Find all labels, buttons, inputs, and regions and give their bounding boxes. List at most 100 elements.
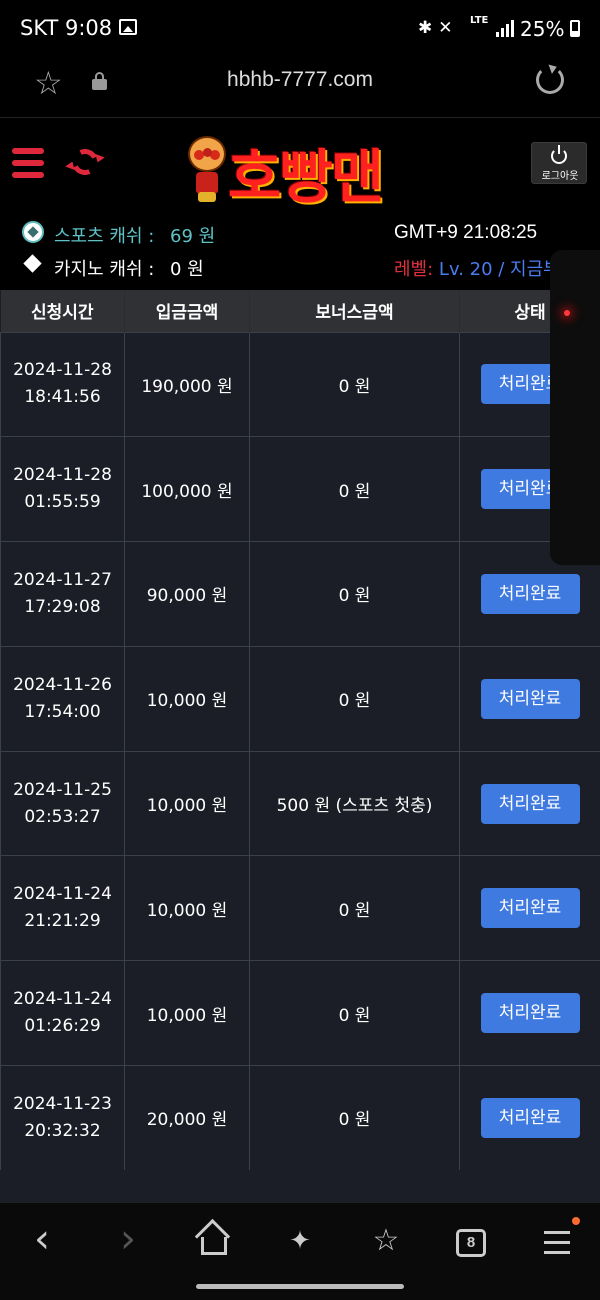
level-label: 레벨: <box>394 259 434 280</box>
status-button[interactable]: 처리완료 <box>480 573 580 614</box>
deposit-amount-cell: 20,000 원 <box>124 1065 250 1170</box>
status-button[interactable]: 처리완료 <box>480 1097 580 1138</box>
casino-cash-label: 카지노 캐쉬 : <box>54 259 155 280</box>
home-indicator[interactable] <box>196 1284 404 1289</box>
status-button[interactable]: 처리완료 <box>480 993 580 1034</box>
deposit-amount-cell: 190,000 원 <box>124 331 250 438</box>
logout-button[interactable]: 로그아웃 <box>531 142 587 184</box>
sports-cash-value: 69 원 <box>170 226 216 247</box>
status-button[interactable]: 처리완료 <box>480 678 580 719</box>
url-text[interactable]: hbhb-7777.com <box>0 68 600 92</box>
header-bonus-amount: 보너스금액 <box>249 290 460 332</box>
deposit-amount-cell: 100,000 원 <box>124 436 250 543</box>
status-cell: 처리완료 <box>459 855 600 962</box>
back-icon[interactable]: ‹ <box>22 1219 62 1261</box>
home-icon[interactable] <box>194 1221 234 1261</box>
request-date: 2024-11-26 <box>13 674 112 695</box>
deposit-amount-cell: 10,000 원 <box>124 750 250 857</box>
status-cell: 처리완료 <box>459 1065 600 1170</box>
hamburger-icon[interactable] <box>12 148 44 178</box>
soccer-ball-icon <box>22 221 44 243</box>
tabs-icon[interactable]: 8 <box>452 1221 492 1261</box>
server-clock: GMT+9 21:08:25 <box>394 222 538 243</box>
power-icon <box>551 145 567 164</box>
sparkle-icon[interactable]: ✦ <box>280 1221 320 1261</box>
request-time: 17:54:00 <box>24 701 101 722</box>
gallery-icon <box>119 19 137 35</box>
bonus-amount-cell: 0 원 <box>249 855 460 962</box>
signal-icon <box>496 20 514 37</box>
table-header-row: 신청시간 입금금액 보너스금액 상태 <box>0 290 600 332</box>
request-time-cell: 2024-11-24 01:26:29 <box>0 960 125 1067</box>
deposit-amount-cell: 10,000 원 <box>124 960 250 1067</box>
request-time: 01:26:29 <box>24 1016 101 1037</box>
refresh-icon[interactable] <box>68 145 102 179</box>
mascot-icon <box>184 136 230 204</box>
tab-count: 8 <box>456 1229 486 1257</box>
user-level: 레벨: Lv. 20 / 지금부 <box>394 255 560 281</box>
table-row: 2024-11-24 21:21:29 10,000 원0 원 처리완료 <box>0 855 600 962</box>
bookmarks-icon[interactable]: ☆ <box>366 1221 406 1261</box>
header-request-time: 신청시간 <box>0 290 125 332</box>
status-button[interactable]: 처리완료 <box>480 888 580 929</box>
header-deposit-amount: 입금금액 <box>124 290 250 332</box>
page-bottom-spacer <box>0 1170 600 1202</box>
request-time: 01:55:59 <box>24 492 101 513</box>
side-panel-handle[interactable] <box>550 250 600 565</box>
request-date: 2024-11-28 <box>13 360 112 381</box>
table-row: 2024-11-28 01:55:59 100,000 원0 원 처리완료 <box>0 436 600 543</box>
deposit-history-table: 신청시간 입금금액 보너스금액 상태 2024-11-28 18:41:56 190… <box>0 290 600 1170</box>
status-bar: SKT 9:08 ✱✕ LTE 25% <box>0 0 600 58</box>
bonus-amount-cell: 0 원 <box>249 1065 460 1170</box>
request-time-cell: 2024-11-24 21:21:29 <box>0 855 125 962</box>
bonus-amount-cell: 0 원 <box>249 645 460 752</box>
battery-percent: 25% <box>520 17 565 41</box>
table-row: 2024-11-27 17:29:08 90,000 원0 원 처리완료 <box>0 541 600 647</box>
request-time: 21:21:29 <box>24 911 101 932</box>
table-row: 2024-11-25 02:53:27 10,000 원 500 원 (스포츠 첫충)… <box>0 750 600 857</box>
notification-dot <box>572 1217 580 1225</box>
menu-icon[interactable] <box>538 1221 578 1261</box>
table-row: 2024-11-26 17:54:00 10,000 원0 원 처리완료 <box>0 645 600 752</box>
battery-icon <box>570 20 580 37</box>
table-row: 2024-11-23 20:32:32 20,000 원0 원 처리완료 <box>0 1065 600 1170</box>
casino-cash-value: 0 원 <box>170 259 204 280</box>
status-cell: 처리완료 <box>459 960 600 1067</box>
logo-text: 호빵맨 <box>228 143 384 211</box>
site-header: 호빵맨 로그아웃 스포츠 캐쉬 : 69 원 카지노 캐쉬 : 0 원 GMT+… <box>0 118 600 290</box>
browser-address-bar: ☆ hbhb-7777.com <box>0 58 600 118</box>
request-date: 2024-11-25 <box>13 779 112 800</box>
request-time: 17:29:08 <box>24 596 101 617</box>
bonus-amount-cell: 0 원 <box>249 541 460 647</box>
status-time: SKT 9:08 <box>20 16 113 40</box>
request-time-cell: 2024-11-27 17:29:08 <box>0 541 125 647</box>
status-icons: ✱✕ <box>418 18 459 38</box>
request-date: 2024-11-23 <box>13 1093 112 1114</box>
deposit-amount-cell: 10,000 원 <box>124 645 250 752</box>
request-time-cell: 2024-11-28 01:55:59 <box>0 436 125 543</box>
site-logo[interactable]: 호빵맨 <box>184 128 418 211</box>
bonus-amount-cell: 0 원 <box>249 960 460 1067</box>
request-date: 2024-11-24 <box>13 989 112 1010</box>
reload-icon[interactable] <box>536 66 564 94</box>
bonus-amount-cell: 0 원 <box>249 436 460 543</box>
logout-label: 로그아웃 <box>541 171 579 182</box>
level-value: Lv. 20 / 지금부 <box>438 259 560 280</box>
deposit-amount-cell: 10,000 원 <box>124 855 250 962</box>
request-time-cell: 2024-11-28 18:41:56 <box>0 331 125 438</box>
table-row: 2024-11-24 01:26:29 10,000 원0 원 처리완료 <box>0 960 600 1067</box>
status-cell: 처리완료 <box>459 645 600 752</box>
request-time-cell: 2024-11-25 02:53:27 <box>0 750 125 857</box>
sports-cash-label: 스포츠 캐쉬 : <box>54 226 155 247</box>
diamond-icon <box>23 254 42 273</box>
mute-icon: ✕ <box>438 18 459 38</box>
network-type: LTE <box>470 15 489 26</box>
request-time-cell: 2024-11-23 20:32:32 <box>0 1065 125 1170</box>
status-button[interactable]: 처리완료 <box>480 783 580 824</box>
bonus-amount-cell: 500 원 (스포츠 첫충) <box>249 750 460 857</box>
bluetooth-icon: ✱ <box>418 18 439 38</box>
request-time: 20:32:32 <box>24 1120 101 1141</box>
forward-icon[interactable]: › <box>108 1219 148 1261</box>
request-date: 2024-11-27 <box>13 569 112 590</box>
request-date: 2024-11-28 <box>13 465 112 486</box>
